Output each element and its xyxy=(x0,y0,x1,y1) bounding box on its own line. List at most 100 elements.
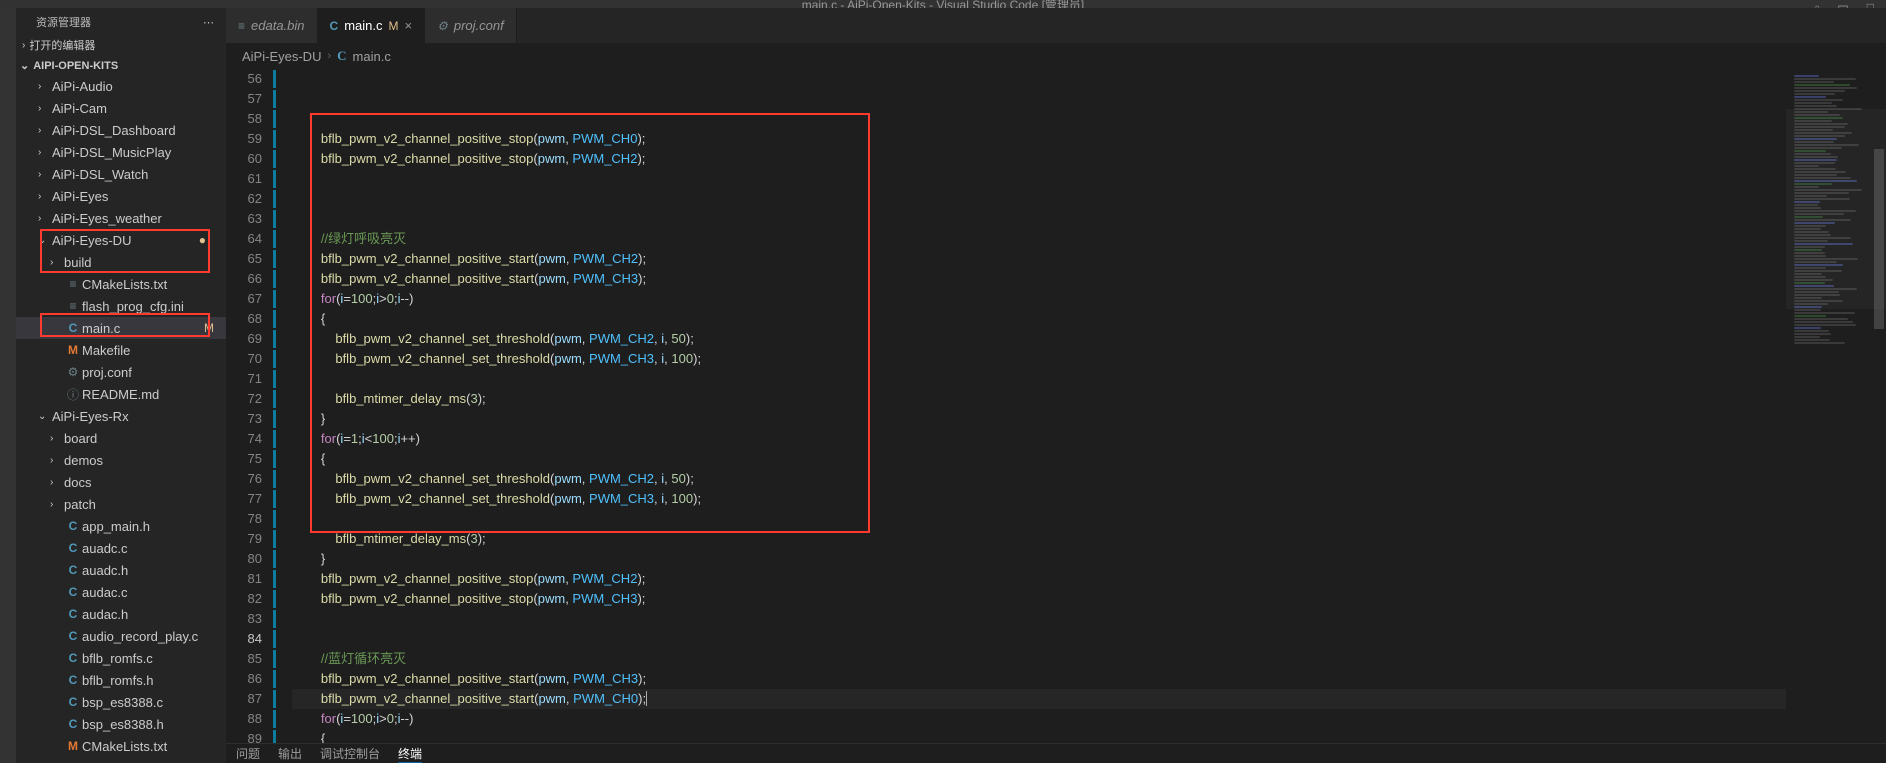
code-line[interactable]: for(i=1;i<100;i++) xyxy=(292,429,1786,449)
folder-item[interactable]: ›AiPi-DSL_Dashboard xyxy=(16,119,226,141)
file-item[interactable]: Caudio_record_play.c xyxy=(16,625,226,647)
code-line[interactable]: bflb_pwm_v2_channel_set_threshold(pwm, P… xyxy=(292,329,1786,349)
code-line[interactable]: { xyxy=(292,309,1786,329)
folder-item[interactable]: ›AiPi-Eyes xyxy=(16,185,226,207)
folder-item[interactable]: ›patch xyxy=(16,493,226,515)
folder-item[interactable]: ›AiPi-Audio xyxy=(16,75,226,97)
code-line[interactable] xyxy=(292,169,1786,189)
file-icon: ≡ xyxy=(64,299,82,313)
code-line[interactable]: { xyxy=(292,729,1786,743)
code-line[interactable]: bflb_pwm_v2_channel_positive_stop(pwm, P… xyxy=(292,149,1786,169)
minimap[interactable] xyxy=(1786,69,1886,743)
file-item[interactable]: Caudac.c xyxy=(16,581,226,603)
tab-modified-badge: M xyxy=(388,19,398,33)
file-item[interactable]: MMakefile xyxy=(16,339,226,361)
file-item[interactable]: ⚙proj.conf xyxy=(16,361,226,383)
activity-bar xyxy=(0,8,16,763)
sidebar-more-icon[interactable]: ⋯ xyxy=(203,16,214,29)
folder-item[interactable]: ›AiPi-Eyes_weather xyxy=(16,207,226,229)
file-item[interactable]: Cbsp_es8388.h xyxy=(16,713,226,735)
open-editors-label: 打开的编辑器 xyxy=(29,37,95,53)
chevron-icon: › xyxy=(38,147,52,158)
code-line[interactable]: bflb_pwm_v2_channel_positive_stop(pwm, P… xyxy=(292,569,1786,589)
file-item[interactable]: Capp_main.h xyxy=(16,515,226,537)
folder-item[interactable]: ›demos xyxy=(16,449,226,471)
code-line[interactable] xyxy=(292,509,1786,529)
code-line[interactable] xyxy=(292,609,1786,629)
file-item[interactable]: Cbsp_es8388.c xyxy=(16,691,226,713)
folder-item[interactable]: ›AiPi-DSL_MusicPlay xyxy=(16,141,226,163)
vertical-scrollbar[interactable] xyxy=(1872,69,1886,743)
chevron-icon: ⌄ xyxy=(38,411,52,422)
folder-item[interactable]: ›board xyxy=(16,427,226,449)
open-editors-section[interactable]: › 打开的编辑器 xyxy=(16,34,226,56)
code-line[interactable]: bflb_pwm_v2_channel_set_threshold(pwm, P… xyxy=(292,489,1786,509)
code-line[interactable]: //绿灯呼吸亮灭 xyxy=(292,229,1786,249)
line-number: 80 xyxy=(226,549,262,569)
minimap-slider[interactable] xyxy=(1786,109,1886,309)
panel-tab[interactable]: 调试控制台 xyxy=(320,745,380,762)
tree-item-label: README.md xyxy=(82,387,159,402)
file-tree[interactable]: ›AiPi-Audio›AiPi-Cam›AiPi-DSL_Dashboard›… xyxy=(16,75,226,763)
folder-item[interactable]: ›AiPi-DSL_Watch xyxy=(16,163,226,185)
file-item[interactable]: Cbflb_romfs.h xyxy=(16,669,226,691)
code-line[interactable] xyxy=(292,369,1786,389)
editor-group: ≡edata.binCmain.cM×⚙proj.conf AiPi-Eyes-… xyxy=(226,8,1886,763)
close-icon[interactable]: × xyxy=(404,18,412,33)
workspace-folder-header[interactable]: ⌄ AIPI-OPEN-KITS xyxy=(16,56,226,75)
panel-tab[interactable]: 终端 xyxy=(398,745,422,763)
code-line[interactable] xyxy=(292,629,1786,649)
folder-item[interactable]: ›build xyxy=(16,251,226,273)
folder-item[interactable]: ›AiPi-Cam xyxy=(16,97,226,119)
tree-item-label: proj.conf xyxy=(82,365,132,380)
folder-item[interactable]: ⌄AiPi-Eyes-DU● xyxy=(16,229,226,251)
scrollbar-thumb[interactable] xyxy=(1874,149,1884,329)
code-editor[interactable]: 5657585960616263646566676869707172737475… xyxy=(226,69,1886,743)
editor-tab[interactable]: ≡edata.bin xyxy=(226,8,318,43)
code-line[interactable]: bflb_pwm_v2_channel_positive_stop(pwm, P… xyxy=(292,589,1786,609)
breadcrumb-file[interactable]: main.c xyxy=(353,49,391,64)
code-line[interactable]: bflb_pwm_v2_channel_set_threshold(pwm, P… xyxy=(292,349,1786,369)
code-line[interactable]: bflb_pwm_v2_channel_positive_stop(pwm, P… xyxy=(292,129,1786,149)
code-line[interactable]: bflb_mtimer_delay_ms(3); xyxy=(292,389,1786,409)
file-item[interactable]: ≡flash_prog_cfg.ini xyxy=(16,295,226,317)
code-line[interactable] xyxy=(292,209,1786,229)
breadcrumb[interactable]: AiPi-Eyes-DU › C main.c xyxy=(226,43,1886,69)
code-line[interactable]: for(i=100;i>0;i--) xyxy=(292,289,1786,309)
tree-item-label: AiPi-DSL_MusicPlay xyxy=(52,145,171,160)
file-item[interactable]: Cauadc.h xyxy=(16,559,226,581)
file-item[interactable]: Cbflb_romfs.c xyxy=(16,647,226,669)
file-item[interactable]: Cmain.cM xyxy=(16,317,226,339)
code-line[interactable]: bflb_pwm_v2_channel_positive_start(pwm, … xyxy=(292,269,1786,289)
code-line[interactable]: bflb_mtimer_delay_ms(3); xyxy=(292,529,1786,549)
sidebar-title: 资源管理器 xyxy=(36,14,91,30)
code-line[interactable]: } xyxy=(292,549,1786,569)
tree-item-label: AiPi-Eyes-Rx xyxy=(52,409,129,424)
file-item[interactable]: ⓘREADME.md xyxy=(16,383,226,405)
code-line[interactable]: bflb_pwm_v2_channel_positive_start(pwm, … xyxy=(292,669,1786,689)
file-item[interactable]: Cauadc.c xyxy=(16,537,226,559)
code-line[interactable] xyxy=(292,189,1786,209)
code-line[interactable]: { xyxy=(292,449,1786,469)
editor-tab[interactable]: ⚙proj.conf xyxy=(425,8,517,43)
code-line[interactable]: for(i=100;i>0;i--) xyxy=(292,709,1786,729)
panel-tab[interactable]: 输出 xyxy=(278,745,302,762)
breadcrumb-folder[interactable]: AiPi-Eyes-DU xyxy=(242,49,321,64)
folder-item[interactable]: ›docs xyxy=(16,471,226,493)
code-line[interactable]: bflb_pwm_v2_channel_positive_start(pwm, … xyxy=(292,689,1786,709)
code-line[interactable]: //蓝灯循环亮灭 xyxy=(292,649,1786,669)
code-line[interactable]: bflb_pwm_v2_channel_set_threshold(pwm, P… xyxy=(292,469,1786,489)
code-line[interactable]: } xyxy=(292,409,1786,429)
editor-tab[interactable]: Cmain.cM× xyxy=(318,8,426,43)
file-icon: ≡ xyxy=(238,19,245,33)
line-number: 78 xyxy=(226,509,262,529)
panel-tab[interactable]: 问题 xyxy=(236,745,260,762)
folder-item[interactable]: ⌄AiPi-Eyes-Rx xyxy=(16,405,226,427)
file-item[interactable]: ≡CMakeLists.txt xyxy=(16,273,226,295)
file-icon: C xyxy=(64,717,82,731)
code-content[interactable]: bflb_pwm_v2_channel_positive_stop(pwm, P… xyxy=(276,69,1786,743)
chevron-icon: ⌄ xyxy=(38,235,52,246)
file-item[interactable]: Caudac.h xyxy=(16,603,226,625)
file-item[interactable]: MCMakeLists.txt xyxy=(16,735,226,757)
code-line[interactable]: bflb_pwm_v2_channel_positive_start(pwm, … xyxy=(292,249,1786,269)
